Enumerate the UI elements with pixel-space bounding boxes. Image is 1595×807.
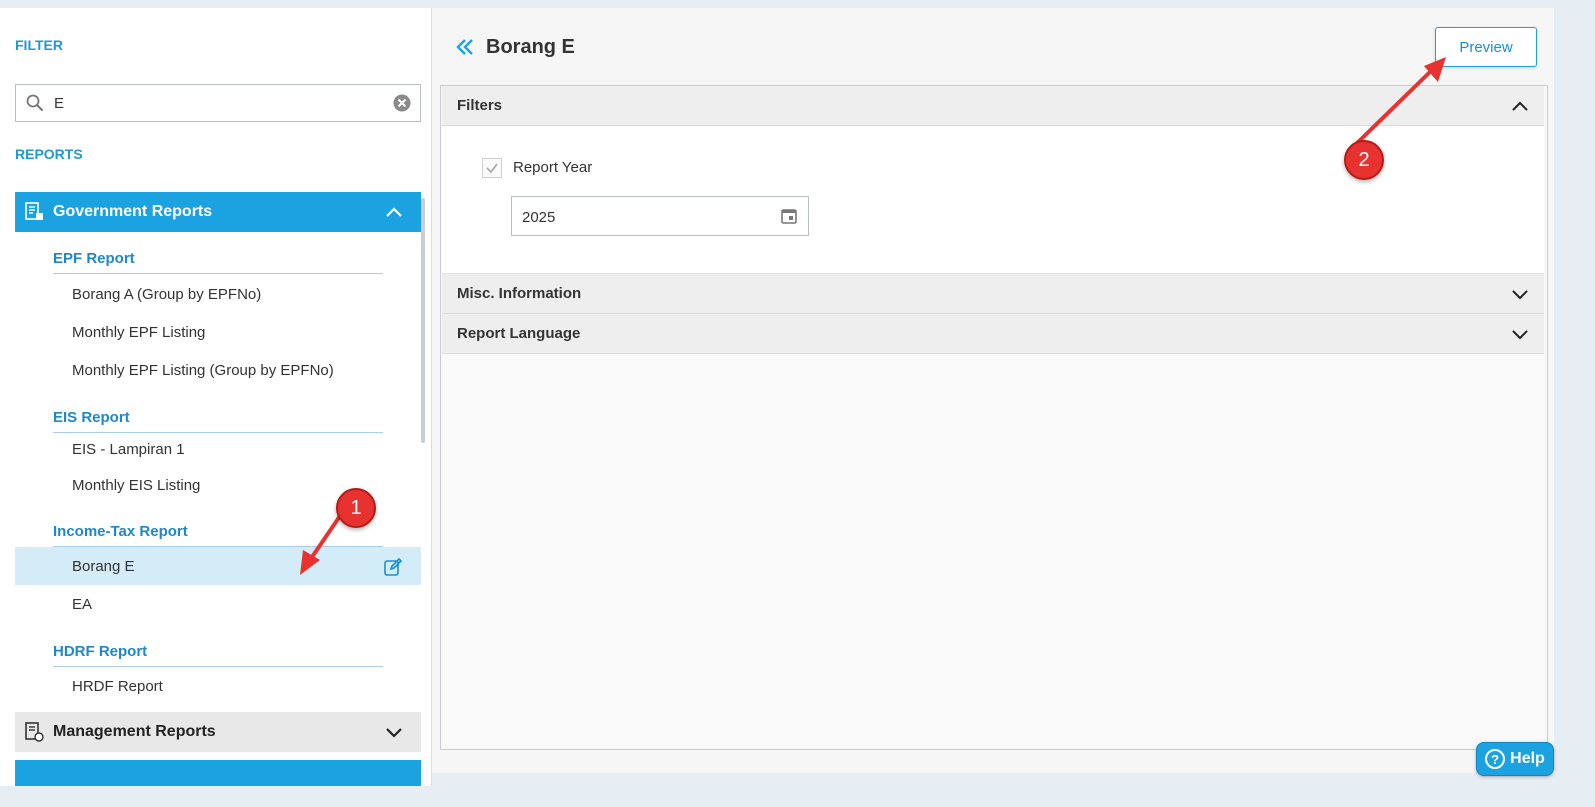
report-year-label: Report Year	[513, 159, 593, 176]
category-income-tax-report[interactable]: Income-Tax Report	[53, 521, 383, 547]
double-chevron-left-icon[interactable]	[454, 36, 476, 58]
search-field[interactable]	[15, 84, 421, 122]
report-item-borang-e[interactable]: Borang E	[15, 547, 421, 585]
report-item-monthly-epf-listing-group[interactable]: Monthly EPF Listing (Group by EPFNo)	[15, 351, 421, 389]
group-label: Government Reports	[53, 203, 213, 220]
report-settings-icon	[25, 722, 44, 742]
edit-icon[interactable]	[383, 557, 403, 577]
report-year-field[interactable]	[511, 196, 809, 236]
accordion-label: Filters	[457, 97, 503, 114]
sidebar-scrollbar[interactable]	[421, 198, 425, 443]
report-item-ea[interactable]: EA	[15, 585, 421, 623]
search-input[interactable]	[54, 91, 384, 115]
chevron-down-icon[interactable]	[1510, 284, 1530, 304]
category-hdrf-report[interactable]: HDRF Report	[53, 641, 383, 667]
report-item-label: EIS - Lampiran 1	[72, 440, 185, 458]
report-item-eis-lampiran-1[interactable]: EIS - Lampiran 1	[15, 430, 421, 468]
report-year-checkbox[interactable]	[482, 158, 502, 178]
annotation-badge-2: 2	[1344, 140, 1384, 180]
chevron-up-icon[interactable]	[383, 201, 405, 223]
accordion-label: Report Language	[457, 325, 581, 342]
category-epf-report[interactable]: EPF Report	[53, 248, 383, 274]
reports-label: REPORTS	[15, 146, 83, 162]
clear-search-icon[interactable]	[392, 93, 412, 113]
filters-container: Filters Report Year Misc. In	[440, 85, 1548, 750]
help-icon: ?	[1485, 749, 1506, 769]
chevron-down-icon[interactable]	[1510, 324, 1530, 344]
report-doc-icon	[25, 202, 43, 220]
report-item-label: Monthly EIS Listing	[72, 476, 201, 494]
report-item-monthly-epf-listing[interactable]: Monthly EPF Listing	[15, 313, 421, 351]
accordion-report-language[interactable]: Report Language	[442, 314, 1544, 354]
report-year-input[interactable]	[522, 206, 762, 228]
report-item-label: Borang E	[72, 557, 135, 575]
report-detail-panel: Borang E Preview Filters Report Year 202…	[432, 8, 1554, 773]
chevron-down-icon[interactable]	[383, 721, 405, 743]
annotation-badge-1: 1	[336, 488, 376, 528]
report-item-borang-a[interactable]: Borang A (Group by EPFNo)	[15, 275, 421, 313]
report-item-label: Borang A (Group by EPFNo)	[72, 285, 262, 303]
chevron-up-icon[interactable]	[1510, 96, 1530, 116]
report-item-label: HRDF Report	[72, 677, 163, 695]
group-label: Management Reports	[53, 723, 216, 740]
group-next-partial[interactable]	[15, 760, 421, 786]
calendar-icon[interactable]	[780, 207, 798, 225]
accordion-misc-information[interactable]: Misc. Information	[442, 274, 1544, 314]
report-item-hrdf-report[interactable]: HRDF Report	[15, 667, 421, 705]
group-government-reports[interactable]: Government Reports	[15, 192, 421, 232]
filter-label: FILTER	[15, 37, 63, 53]
page-title: Borang E	[486, 36, 575, 58]
report-sidebar: FILTER REPORTS Government Reports EPF Re…	[0, 8, 432, 786]
report-item-label: Monthly EPF Listing (Group by EPFNo)	[72, 361, 334, 379]
accordion-filters[interactable]: Filters	[442, 86, 1544, 126]
report-item-label: Monthly EPF Listing	[72, 323, 206, 341]
search-icon	[26, 94, 43, 111]
help-label: Help	[1510, 750, 1545, 767]
help-button[interactable]: ? Help	[1476, 742, 1554, 776]
accordion-label: Misc. Information	[457, 285, 582, 302]
group-management-reports[interactable]: Management Reports	[15, 712, 421, 752]
preview-button[interactable]: Preview	[1435, 27, 1537, 67]
report-item-label: EA	[72, 595, 93, 613]
check-icon	[486, 163, 498, 174]
